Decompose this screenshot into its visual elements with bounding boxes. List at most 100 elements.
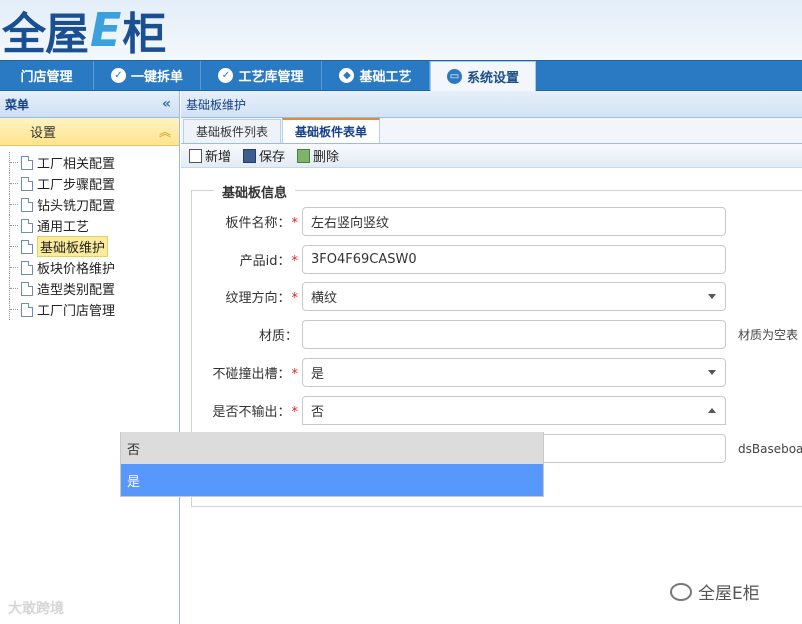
sidebar-item-label: 通用工艺	[37, 220, 90, 235]
sidebar-item-label: 工厂门店管理	[37, 304, 116, 319]
logo-letter: E	[90, 3, 121, 57]
field-label: 不碰撞出槽：*	[178, 363, 298, 382]
sidebar-item[interactable]: 工厂门店管理	[0, 299, 179, 320]
form-row: 板件名称：* 左右竖向竖纹	[192, 207, 802, 236]
sidebar-item-label: 造型类别配置	[37, 283, 116, 298]
sidebar-item[interactable]: 钻头铣刀配置	[0, 194, 179, 215]
field-label: 材质：	[178, 325, 298, 344]
select-field[interactable]: 横纹	[302, 282, 726, 311]
sidebar-item-label: 工厂步骤配置	[37, 178, 116, 193]
trash-icon	[297, 148, 311, 163]
tree-line	[9, 194, 21, 215]
nav-tab-0[interactable]: 门店管理	[0, 61, 94, 90]
main-panel: 基础板维护 基础板件列表 基础板件表单 新增 保存 删除 基础板信息 板件名称：*…	[181, 91, 802, 624]
dropdown-option[interactable]: 是	[121, 464, 543, 496]
text-field[interactable]	[302, 320, 726, 349]
form-row: 是否不输出：* 否	[192, 396, 802, 425]
nav-tab-3[interactable]: ◆ 基础工艺	[322, 61, 430, 90]
new-doc-icon	[189, 148, 202, 163]
sub-tab-0[interactable]: 基础板件列表	[183, 119, 282, 143]
field-hint: 材质为空表	[738, 328, 799, 342]
sidebar: 菜单 « 设置 ︽ 工厂相关配置工厂步骤配置 钻头铣刀配置通用工艺 基础板维护 板块价…	[0, 91, 180, 624]
field-label-text: 产品id：	[239, 254, 291, 269]
field-label-text: 材质：	[258, 329, 298, 344]
dropdown-options: 否是	[120, 432, 544, 497]
sidebar-item[interactable]: 通用工艺	[0, 215, 179, 236]
tree-line	[9, 215, 21, 236]
save-label: 保存	[259, 150, 286, 165]
top-nav: 门店管理 ✓ 一键拆单 ✓ 工艺库管理 ◆ 基础工艺 ▭ 系统设置	[0, 60, 802, 91]
sidebar-group-label: 设置	[30, 126, 57, 141]
nav-tab-label: 系统设置	[466, 71, 519, 86]
text-field[interactable]: 左右竖向竖纹	[302, 207, 726, 236]
dropdown-option[interactable]: 否	[121, 432, 543, 464]
chevron-up-icon[interactable]: ︽	[159, 123, 171, 140]
form-row: 纹理方向：* 横纹	[192, 282, 802, 311]
sidebar-item[interactable]: 基础板维护	[0, 236, 179, 257]
field-value: 左右竖向竖纹	[311, 216, 390, 231]
document-icon	[21, 197, 33, 212]
tree-line	[9, 152, 21, 173]
field-label: 是否不输出：*	[178, 401, 298, 420]
sidebar-title: 菜单	[5, 97, 30, 112]
toolbar: 新增 保存 删除	[181, 144, 802, 168]
sidebar-item[interactable]: 工厂步骤配置	[0, 173, 179, 194]
document-icon	[21, 302, 33, 317]
nav-tab-2[interactable]: ✓ 工艺库管理	[201, 61, 322, 90]
field-label-text: 板件名称：	[225, 216, 291, 231]
sidebar-header: 菜单 «	[0, 91, 179, 118]
document-icon	[21, 281, 33, 296]
menu-list: 工厂相关配置工厂步骤配置 钻头铣刀配置通用工艺 基础板维护 板块价格维护造型类别配置工…	[0, 146, 179, 320]
add-button[interactable]: 新增	[189, 146, 231, 165]
required-asterisk: *	[291, 367, 299, 382]
select-field[interactable]: 是	[302, 358, 726, 387]
select-field[interactable]: 否	[302, 396, 726, 425]
document-icon	[21, 218, 33, 233]
save-button[interactable]: 保存	[243, 146, 285, 165]
document-icon	[21, 176, 33, 191]
field-value: 横纹	[311, 291, 338, 306]
add-label: 新增	[205, 150, 232, 165]
field-label-text: 纹理方向：	[225, 291, 291, 306]
monitor-icon: ▭	[446, 69, 462, 84]
save-icon	[243, 148, 257, 163]
nav-tab-label: 工艺库管理	[238, 70, 304, 85]
tree-line	[9, 299, 21, 320]
sidebar-group[interactable]: 设置 ︽	[0, 118, 179, 146]
breadcrumb: 基础板维护	[181, 91, 802, 118]
collapse-icon[interactable]: «	[162, 96, 171, 112]
field-value: 是	[311, 367, 325, 382]
tree-line	[9, 236, 21, 257]
sidebar-item[interactable]: 工厂相关配置	[0, 152, 179, 173]
chevron-down-icon[interactable]	[708, 294, 716, 299]
nav-tab-4[interactable]: ▭ 系统设置	[430, 61, 536, 91]
nav-tab-1[interactable]: ✓ 一键拆单	[94, 61, 201, 90]
required-asterisk: *	[291, 405, 299, 420]
watermark-right: 全屋E柜	[670, 579, 760, 604]
document-icon	[21, 260, 33, 275]
check-circle-icon: ✓	[218, 68, 234, 83]
chevron-up-icon[interactable]	[708, 408, 716, 413]
wechat-icon	[670, 582, 692, 601]
field-label: 板件名称：*	[178, 212, 298, 231]
chevron-down-icon[interactable]	[708, 370, 716, 375]
sub-tab-1[interactable]: 基础板件表单	[282, 118, 381, 143]
diamond-icon: ◆	[339, 68, 355, 83]
sub-tabs: 基础板件列表 基础板件表单	[181, 118, 802, 144]
nav-tab-label: 门店管理	[20, 70, 73, 85]
sidebar-item-label: 基础板维护	[37, 236, 109, 257]
tree-line	[9, 173, 21, 194]
form-row: 不碰撞出槽：* 是	[192, 358, 802, 387]
sidebar-item[interactable]: 板块价格维护	[0, 257, 179, 278]
text-field[interactable]: 3FO4F69CASW0	[302, 245, 726, 274]
watermark-left-text: 大敢跨境	[8, 601, 64, 617]
field-label: 产品id：*	[178, 250, 298, 269]
app-window: 全屋 E 柜 门店管理 ✓ 一键拆单 ✓ 工艺库管理 ◆ 基础工艺 ▭ 系统设置 菜单 « 设置 ︽…	[0, 0, 802, 624]
field-label-text: 不碰撞出槽：	[212, 367, 291, 382]
sidebar-item[interactable]: 造型类别配置	[0, 278, 179, 299]
form-row: 材质： 材质为空表	[192, 320, 802, 349]
header: 全屋 E 柜	[0, 0, 802, 60]
document-icon	[21, 239, 33, 254]
delete-button[interactable]: 删除	[297, 146, 339, 165]
form-legend: 基础板信息	[214, 182, 296, 201]
